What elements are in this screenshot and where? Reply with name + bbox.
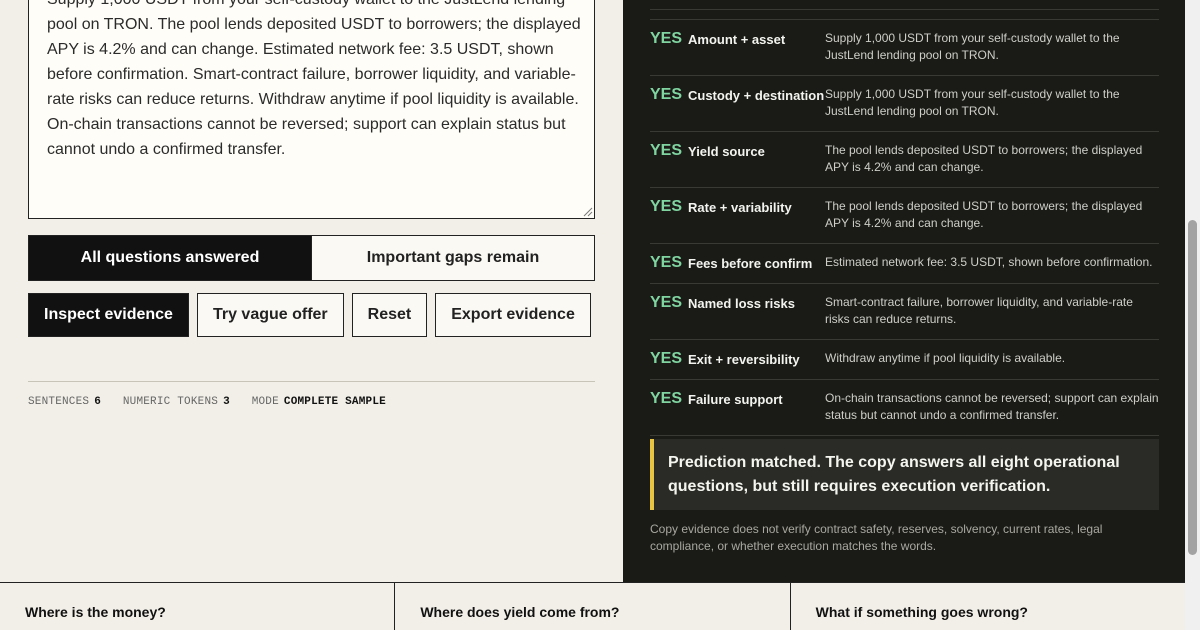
check-label: Failure support (688, 392, 783, 407)
offer-copy-textarea[interactable]: Supply 1,000 USDT from your self-custody… (28, 0, 595, 219)
page-scrollbar[interactable] (1185, 0, 1200, 630)
export-evidence-button[interactable]: Export evidence (435, 293, 591, 337)
resize-grip-icon[interactable] (583, 207, 593, 217)
check-evidence: The pool lends deposited USDT to borrowe… (825, 199, 1143, 230)
evidence-panel: YES Amount + asset Supply 1,000 USDT fro… (623, 0, 1185, 582)
check-row: YES Fees before confirm Estimated networ… (650, 244, 1159, 284)
check-label: Yield source (688, 144, 765, 159)
check-row: YES Custody + destination Supply 1,000 U… (650, 76, 1159, 132)
mode-label: MODE (251, 396, 279, 408)
question-card-money: Where is the money? (25, 604, 166, 620)
stats-bar: SENTENCES 6 NUMERIC TOKENS 3 MODE COMPLETE … (28, 381, 595, 408)
mode-value: COMPLETE SAMPLE (283, 396, 386, 408)
action-bar: Inspect evidence Try vague offer Reset E… (28, 293, 591, 337)
check-row: YES Amount + asset Supply 1,000 USDT fro… (650, 20, 1159, 76)
check-evidence: Estimated network fee: 3.5 USDT, shown b… (825, 255, 1153, 269)
question-card-yield: Where does yield come from? (394, 583, 789, 630)
check-label: Amount + asset (688, 32, 786, 47)
prediction-callout: Prediction matched. The copy answers all… (650, 439, 1159, 510)
check-row: YES Named loss risks Smart-contract fail… (650, 284, 1159, 340)
check-label: Named loss risks (688, 296, 795, 311)
sentences-label: SENTENCES (28, 396, 90, 408)
inspect-evidence-button[interactable]: Inspect evidence (28, 293, 189, 337)
check-status: YES (650, 86, 683, 103)
important-gaps-remain-option[interactable]: Important gaps remain (311, 236, 594, 280)
check-evidence: Withdraw anytime if pool liquidity is av… (825, 351, 1066, 365)
check-status: YES (650, 198, 683, 215)
numeric-tokens-label: NUMERIC TOKENS (122, 396, 219, 408)
check-label: Custody + destination (688, 88, 825, 103)
check-status: YES (650, 350, 683, 367)
reset-button[interactable]: Reset (351, 293, 428, 337)
check-evidence: Supply 1,000 USDT from your self-custody… (825, 87, 1120, 118)
check-row: YES Failure support On-chain transaction… (650, 380, 1159, 436)
check-status: YES (650, 254, 683, 271)
evidence-checklist: YES Amount + asset Supply 1,000 USDT fro… (650, 9, 1159, 436)
check-row: YES Exit + reversibility Withdraw anytim… (650, 340, 1159, 380)
sentences-value: 6 (94, 396, 102, 408)
question-cards: Where is the money? Where does yield com… (0, 582, 1185, 630)
all-questions-answered-option[interactable]: All questions answered (29, 236, 311, 280)
offer-copy-text[interactable]: Supply 1,000 USDT from your self-custody… (47, 0, 582, 162)
check-label: Fees before confirm (688, 256, 813, 271)
verdict-toggle: All questions answered Important gaps re… (28, 235, 595, 281)
editor-panel: Supply 1,000 USDT from your self-custody… (0, 0, 623, 582)
check-status: YES (650, 294, 683, 311)
check-status: YES (650, 142, 683, 159)
check-evidence: The pool lends deposited USDT to borrowe… (825, 143, 1143, 174)
checklist-top-divider (650, 10, 1159, 20)
numeric-tokens-value: 3 (223, 396, 230, 408)
question-card-failure: What if something goes wrong? (789, 583, 1185, 630)
check-label: Rate + variability (688, 200, 792, 215)
check-status: YES (650, 390, 683, 407)
check-status: YES (650, 30, 683, 47)
check-evidence: Smart-contract failure, borrower liquidi… (825, 295, 1133, 326)
scrollbar-thumb[interactable] (1188, 220, 1197, 555)
check-evidence: Supply 1,000 USDT from your self-custody… (825, 31, 1120, 62)
check-row: YES Yield source The pool lends deposite… (650, 132, 1159, 188)
try-vague-offer-button[interactable]: Try vague offer (196, 293, 344, 337)
check-row: YES Rate + variability The pool lends de… (650, 188, 1159, 244)
check-evidence: On-chain transactions cannot be reversed… (825, 391, 1159, 422)
check-label: Exit + reversibility (688, 352, 800, 367)
disclaimer-footnote: Copy evidence does not verify contract s… (650, 522, 1103, 553)
